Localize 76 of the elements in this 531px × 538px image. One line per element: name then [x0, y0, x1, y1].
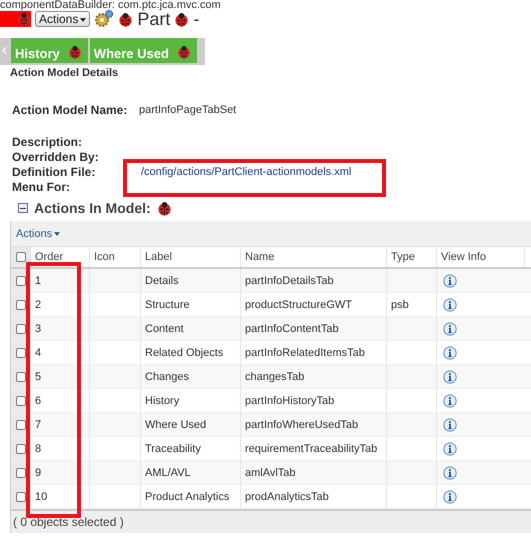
table-cell: 5 — [35, 370, 42, 382]
info-icon[interactable] — [443, 274, 457, 288]
info-icon[interactable] — [443, 322, 457, 336]
table-cell: Where Used — [145, 418, 206, 430]
row-checkbox[interactable] — [16, 444, 26, 454]
table-cell: Content — [145, 322, 184, 334]
table-cell: 8 — [35, 442, 42, 454]
table-cell: requirementTraceabilityTab — [245, 442, 378, 454]
table-cell: Traceability — [145, 442, 201, 454]
table-cell: 4 — [35, 346, 42, 358]
table-cell: partInfoDetailsTab — [245, 274, 334, 286]
table-cell: 10 — [35, 490, 48, 502]
caret-icon — [54, 232, 60, 236]
info-icon[interactable] — [443, 394, 457, 408]
row-checkbox[interactable] — [16, 372, 26, 382]
file-path-link[interactable]: /config/actions/PartClient-actionmodels.xml — [141, 166, 352, 178]
object-suffix: - — [193, 8, 200, 30]
table-cell: 9 — [35, 466, 42, 478]
field-label: Action Model Name: — [12, 102, 128, 116]
row-checkbox[interactable] — [16, 396, 26, 406]
builder-info-text: componentDataBuilder: com.ptc.jca.mvc.com — [0, 0, 222, 11]
table-cell: Changes — [145, 370, 190, 382]
table-cell: prodAnalyticsTab — [245, 490, 329, 502]
status-flag-icon — [0, 11, 31, 27]
row-checkbox[interactable] — [16, 348, 26, 358]
row-checkbox[interactable] — [16, 276, 26, 286]
row-checkbox[interactable] — [16, 420, 26, 430]
selection-status: ( 0 objects selected ) — [11, 509, 531, 533]
table-cell: Related Objects — [145, 346, 224, 358]
info-icon[interactable] — [443, 418, 457, 432]
section-title: Actions In Model: — [34, 200, 151, 216]
field-label: Menu For: — [12, 180, 71, 194]
table-cell: Structure — [145, 298, 190, 310]
row-checkbox[interactable] — [16, 468, 26, 478]
table-cell: Details — [145, 274, 179, 286]
info-icon[interactable] — [443, 346, 457, 360]
ladybug-icon — [174, 12, 190, 26]
table-cell: partInfoHistoryTab — [245, 394, 334, 406]
table-cell: partInfoContentTab — [245, 322, 339, 334]
ladybug-icon — [118, 12, 134, 26]
info-icon[interactable] — [443, 490, 457, 504]
table-cell: 7 — [35, 418, 42, 430]
table-cell: partInfoWhereUsedTab — [245, 418, 358, 430]
table-cell: changesTab — [245, 370, 304, 382]
field-label: Description: — [12, 134, 84, 148]
section-title: Action Model Details — [9, 66, 120, 79]
table-cell: amlAvlTab — [245, 466, 296, 478]
ladybug-icon — [156, 200, 172, 216]
actions-button[interactable]: Actions — [35, 11, 90, 27]
field-label: Overridden By: — [12, 150, 100, 164]
ladybug-icon — [176, 45, 191, 59]
table-cell: partInfoRelatedItemsTab — [245, 346, 365, 358]
actions-menu[interactable]: Actions — [16, 228, 60, 240]
gear-icon[interactable] — [94, 9, 114, 29]
collapse-icon[interactable] — [18, 203, 28, 213]
table-cell: productStructureGWT — [245, 298, 352, 310]
info-icon[interactable] — [443, 370, 457, 384]
field-value: partInfoPageTabSet — [139, 104, 236, 116]
info-icon[interactable] — [443, 298, 457, 312]
table-cell: 2 — [35, 298, 42, 310]
table-cell: psb — [391, 298, 409, 310]
table-cell: Product Analytics — [145, 490, 230, 502]
row-checkbox[interactable] — [16, 300, 26, 310]
ladybug-icon — [68, 45, 82, 59]
table-cell: History — [145, 394, 180, 406]
row-checkbox[interactable] — [16, 492, 26, 502]
select-all-checkbox[interactable] — [16, 252, 26, 262]
caret-icon — [80, 18, 86, 22]
field-label: Definition File: — [12, 164, 96, 178]
info-icon[interactable] — [443, 466, 457, 480]
info-icon[interactable] — [443, 442, 457, 456]
table-cell: 6 — [35, 394, 42, 406]
table-cell: AML/AVL — [145, 466, 191, 478]
table-cell: 3 — [35, 322, 42, 334]
row-checkbox[interactable] — [16, 324, 26, 334]
table-cell: 1 — [35, 274, 42, 286]
